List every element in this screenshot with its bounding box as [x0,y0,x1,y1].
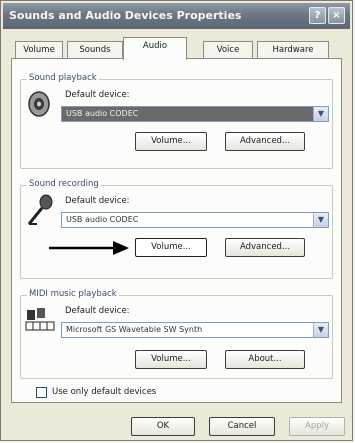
sound-playback-group: Sound playback Default device: USB audio… [20,73,333,169]
recording-device-value: USB audio CODEC [66,215,139,224]
tab-hardware[interactable]: Hardware [257,41,329,59]
apply-button[interactable]: Apply [289,417,345,436]
tab-audio[interactable]: Audio [123,37,187,60]
playback-device-select[interactable]: USB audio CODEC ▼ [61,106,329,122]
speaker-icon [28,91,50,117]
midi-device-value: Microsoft GS Wavetable SW Synth [66,325,203,334]
chevron-down-icon[interactable]: ▼ [313,213,328,227]
midi-volume-button[interactable]: Volume... [135,350,207,369]
playback-volume-button[interactable]: Volume... [135,132,207,151]
pointer-arrow-icon [49,241,129,255]
sound-playback-title: Sound playback [27,73,99,83]
recording-advanced-button[interactable]: Advanced... [225,238,305,257]
window-title: Sounds and Audio Devices Properties [9,9,242,22]
midi-about-button[interactable]: About... [225,350,305,369]
cancel-button[interactable]: Cancel [209,417,275,436]
title-bar: Sounds and Audio Devices Properties ? × [3,3,350,29]
chevron-down-icon[interactable]: ▼ [313,107,328,121]
tab-sounds[interactable]: Sounds [67,41,123,59]
tab-voice[interactable]: Voice [203,41,253,59]
midi-keyboard-icon [25,308,55,331]
recording-volume-button[interactable]: Volume... [135,238,207,257]
playback-default-device-label: Default device: [65,90,130,100]
playback-advanced-button[interactable]: Advanced... [225,132,305,151]
chevron-down-icon[interactable]: ▼ [313,323,328,337]
recording-default-device-label: Default device: [65,196,130,206]
midi-default-device-label: Default device: [65,306,130,316]
microphone-icon [27,194,53,225]
sound-recording-title: Sound recording [27,179,101,189]
audio-tab-panel: Sound playback Default device: USB audio… [11,58,342,403]
recording-device-select[interactable]: USB audio CODEC ▼ [61,212,329,228]
tab-volume[interactable]: Volume [15,41,63,59]
use-default-devices-checkbox[interactable] [36,387,47,398]
midi-playback-group: MIDI music playback Default device: Micr… [20,289,333,379]
midi-device-select[interactable]: Microsoft GS Wavetable SW Synth ▼ [61,322,329,338]
sound-recording-group: Sound recording Default device: USB audi… [20,179,333,279]
sound-properties-dialog: Sounds and Audio Devices Properties ? × … [0,0,353,441]
midi-playback-title: MIDI music playback [27,289,119,299]
use-default-devices-label: Use only default devices [52,387,157,397]
help-button[interactable]: ? [309,7,326,24]
close-button[interactable]: × [328,7,345,24]
ok-button[interactable]: OK [131,417,195,436]
playback-device-value: USB audio CODEC [66,109,139,118]
